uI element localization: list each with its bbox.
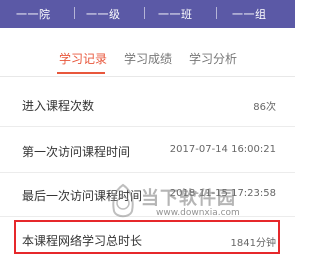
breadcrumb-divider: [74, 7, 75, 19]
breadcrumb-college[interactable]: 一一院: [16, 6, 51, 22]
list-item: 进入课程次数 86次: [0, 84, 295, 127]
breadcrumb-class[interactable]: 一一班: [158, 6, 193, 22]
course-visit-count-label: 进入课程次数: [22, 99, 95, 113]
active-tab-indicator: [57, 72, 105, 74]
watermark-url: www.downxia.com: [156, 208, 240, 218]
breadcrumb-group[interactable]: 一一组: [232, 6, 267, 22]
highlight-annotation-box: [14, 220, 280, 254]
watermark-brand: 当下软件园: [141, 188, 236, 209]
list-item: 第一次访问课程时间 2017-07-14 16:00:21: [0, 130, 295, 173]
tab-study-analysis[interactable]: 学习分析: [189, 50, 237, 67]
tab-study-record[interactable]: 学习记录: [59, 50, 107, 67]
tab-bar: 学习记录 学习成绩 学习分析: [0, 28, 295, 77]
breadcrumb-divider: [144, 7, 145, 19]
course-visit-count-value: 86次: [253, 102, 276, 113]
breadcrumb-divider: [216, 7, 217, 19]
watermark-logo-icon: [112, 183, 134, 218]
first-visit-time-value: 2017-07-14 16:00:21: [169, 144, 276, 155]
top-header: 一一院 一一级 一一班 一一组: [0, 0, 295, 28]
first-visit-time-label: 第一次访问课程时间: [22, 145, 131, 159]
breadcrumb-grade[interactable]: 一一级: [86, 6, 121, 22]
tab-study-grades[interactable]: 学习成绩: [124, 50, 172, 67]
